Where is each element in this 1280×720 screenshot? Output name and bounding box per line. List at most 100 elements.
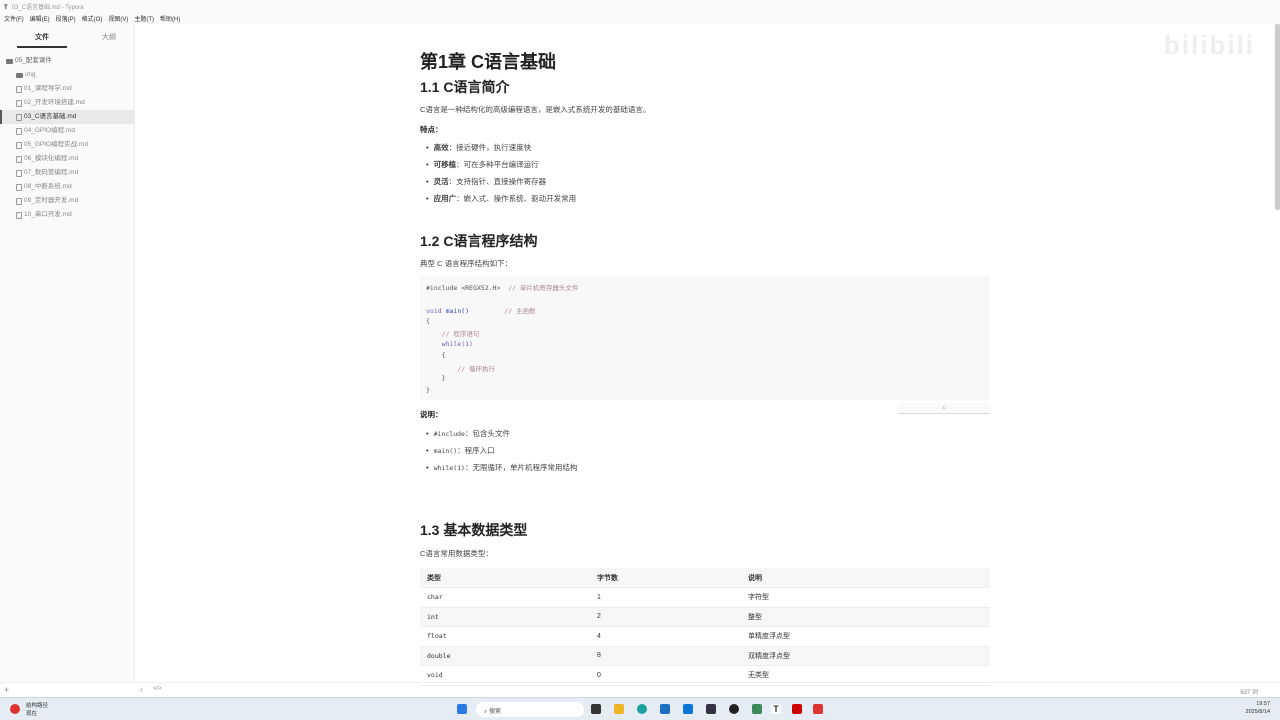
title-bar: T 03_C语言基础.md - Typora — [0, 0, 1280, 11]
table-cell: 8 — [590, 646, 741, 666]
store-icon[interactable] — [660, 704, 670, 714]
pdf-icon[interactable] — [792, 704, 802, 714]
folder-root[interactable]: 05_配套课件 — [0, 54, 134, 68]
sidebar: 文件 大纲 05_配套课件 img 01_课程导学.md 02_开发环境搭建.md… — [0, 24, 135, 682]
menu-paragraph[interactable]: 段落(P) — [56, 14, 76, 23]
weather-icon[interactable] — [10, 704, 20, 714]
item-bold: 可移植 — [433, 160, 457, 169]
table-cell: char — [420, 587, 590, 608]
bilibili-watermark: bilibili — [1163, 30, 1255, 60]
tab-files[interactable]: 文件 — [17, 24, 67, 48]
file-icon — [16, 85, 22, 93]
menu-edit[interactable]: 编辑(E) — [30, 14, 50, 23]
table-cell: 4 — [590, 626, 741, 647]
app-icon[interactable] — [752, 704, 762, 714]
item-bold: 灵活 — [433, 177, 449, 186]
code-text: #include <REGX52.H> — [426, 284, 501, 292]
taskbar-search[interactable]: ⌕ 搜索 — [476, 702, 584, 717]
file-item[interactable]: 05_GPIO编程实战.md — [0, 138, 134, 152]
heading-1-1: 1.1 C语言简介 — [420, 79, 510, 95]
file-label: 03_C语言基础.md — [24, 113, 77, 120]
start-icon[interactable] — [457, 704, 467, 714]
code-comment: // 主函数 — [504, 307, 536, 315]
item-text: ：支持指针、直接操作寄存器 — [448, 177, 547, 186]
file-item[interactable]: 06_模块化编程.md — [0, 152, 134, 166]
word-count[interactable]: 637 词 — [1240, 687, 1258, 696]
paragraph: 典型 C 语言程序结构如下： — [420, 259, 513, 268]
heading-1-2: 1.2 C语言程序结构 — [420, 233, 538, 249]
app-icon[interactable] — [729, 704, 739, 714]
clock-date[interactable]: 2025/8/14 — [1246, 709, 1270, 715]
list-item: while(1)：无限循环，单片机程序常用结构 — [426, 462, 578, 473]
typora-icon[interactable]: T — [771, 704, 781, 714]
menu-file[interactable]: 文件(F) — [4, 14, 24, 23]
item-text: ：程序入口 — [457, 446, 495, 455]
file-item[interactable]: 02_开发环境搭建.md — [0, 96, 134, 110]
table-cell: float — [420, 626, 590, 647]
file-item[interactable]: 10_串口开发.md — [0, 208, 134, 222]
file-label: 08_中断系统.md — [24, 183, 72, 190]
table-cell: double — [420, 646, 590, 666]
menu-help[interactable]: 帮助(H) — [160, 14, 180, 23]
heading-1-3: 1.3 基本数据类型 — [420, 522, 528, 538]
folder-label: 05_配套课件 — [15, 57, 52, 64]
code-text: } — [426, 385, 430, 394]
file-explorer-icon[interactable] — [614, 704, 624, 714]
source-code-mode-icon[interactable]: </> — [153, 686, 162, 692]
list-item: 应用广：嵌入式、操作系统、驱动开发常用 — [426, 193, 577, 204]
clock-time[interactable]: 19:57 — [1256, 701, 1270, 707]
add-file-icon[interactable]: + — [4, 685, 9, 695]
app-icon[interactable] — [813, 704, 823, 714]
table-cell: 1 — [590, 587, 741, 608]
inline-code: main() — [433, 447, 458, 455]
file-item-active[interactable]: 03_C语言基础.md — [0, 110, 134, 124]
menu-format[interactable]: 格式(O) — [82, 14, 103, 23]
file-item[interactable]: 08_中断系统.md — [0, 180, 134, 194]
file-item[interactable]: 04_GPIO编程.md — [0, 124, 134, 138]
table-cell: int — [420, 607, 590, 627]
item-text: ：嵌入式、操作系统、驱动开发常用 — [456, 194, 577, 203]
toggle-sidebar-icon[interactable]: ‹ — [140, 685, 143, 694]
code-keyword: while(1) — [441, 339, 473, 348]
file-icon — [16, 183, 22, 191]
item-text: ：接近硬件，执行速度快 — [448, 143, 532, 152]
code-language-input[interactable]: c — [898, 403, 990, 414]
search-placeholder: 搜索 — [489, 709, 502, 715]
file-icon — [16, 127, 22, 135]
scrollbar[interactable] — [1275, 24, 1280, 210]
table-row: float 4 单精度浮点型 — [420, 626, 990, 647]
menu-bar: 文件(F) 编辑(E) 段落(P) 格式(O) 视图(V) 主题(T) 帮助(H… — [0, 11, 1280, 24]
code-block[interactable]: #include <REGX52.H> // 单片机寄存器头文件 void ma… — [420, 276, 990, 400]
code-comment: // 循环执行 — [457, 364, 496, 373]
table-header: 类型 — [420, 568, 590, 588]
edge-icon[interactable] — [637, 704, 647, 714]
table-row: double 8 双精度浮点型 — [420, 646, 990, 666]
file-icon — [16, 141, 22, 149]
folder-icon — [16, 72, 23, 78]
menu-view[interactable]: 视图(V) — [108, 14, 128, 23]
app-icon[interactable] — [706, 704, 716, 714]
code-function: main() — [445, 307, 470, 315]
tab-outline[interactable]: 大纲 — [84, 24, 134, 48]
outlook-icon[interactable] — [683, 704, 693, 714]
label-features: 特点： — [420, 125, 443, 134]
file-item[interactable]: 01_课程导学.md — [0, 82, 134, 96]
file-icon — [16, 211, 22, 219]
file-item[interactable]: 09_定时器开发.md — [0, 194, 134, 208]
data-types-table[interactable]: 类型 字节数 说明 char 1 字符型 int 2 整型 float 4 单精度浮点型 dou… — [420, 568, 990, 686]
file-icon — [16, 113, 22, 121]
task-view-icon[interactable] — [591, 704, 601, 714]
file-item[interactable]: 07_数码管编程.md — [0, 166, 134, 180]
weather-subtext: 现在 — [26, 711, 38, 717]
item-bold: 高效 — [433, 143, 449, 152]
taskbar: 结构路径 现在 ⌕ 搜索 T 19:57 2025/8/14 — [0, 697, 1280, 720]
list-item: 高效：接近硬件，执行速度快 — [426, 142, 532, 153]
file-label: img — [25, 71, 36, 78]
item-bold: 应用广 — [433, 194, 457, 203]
code-text: } — [441, 374, 446, 382]
code-comment: // 单片机寄存器头文件 — [508, 284, 579, 292]
folder-img[interactable]: img — [0, 68, 134, 82]
table-header-row: 类型 字节数 说明 — [420, 568, 990, 588]
menu-theme[interactable]: 主题(T) — [134, 14, 154, 23]
code-text: { — [441, 351, 446, 359]
